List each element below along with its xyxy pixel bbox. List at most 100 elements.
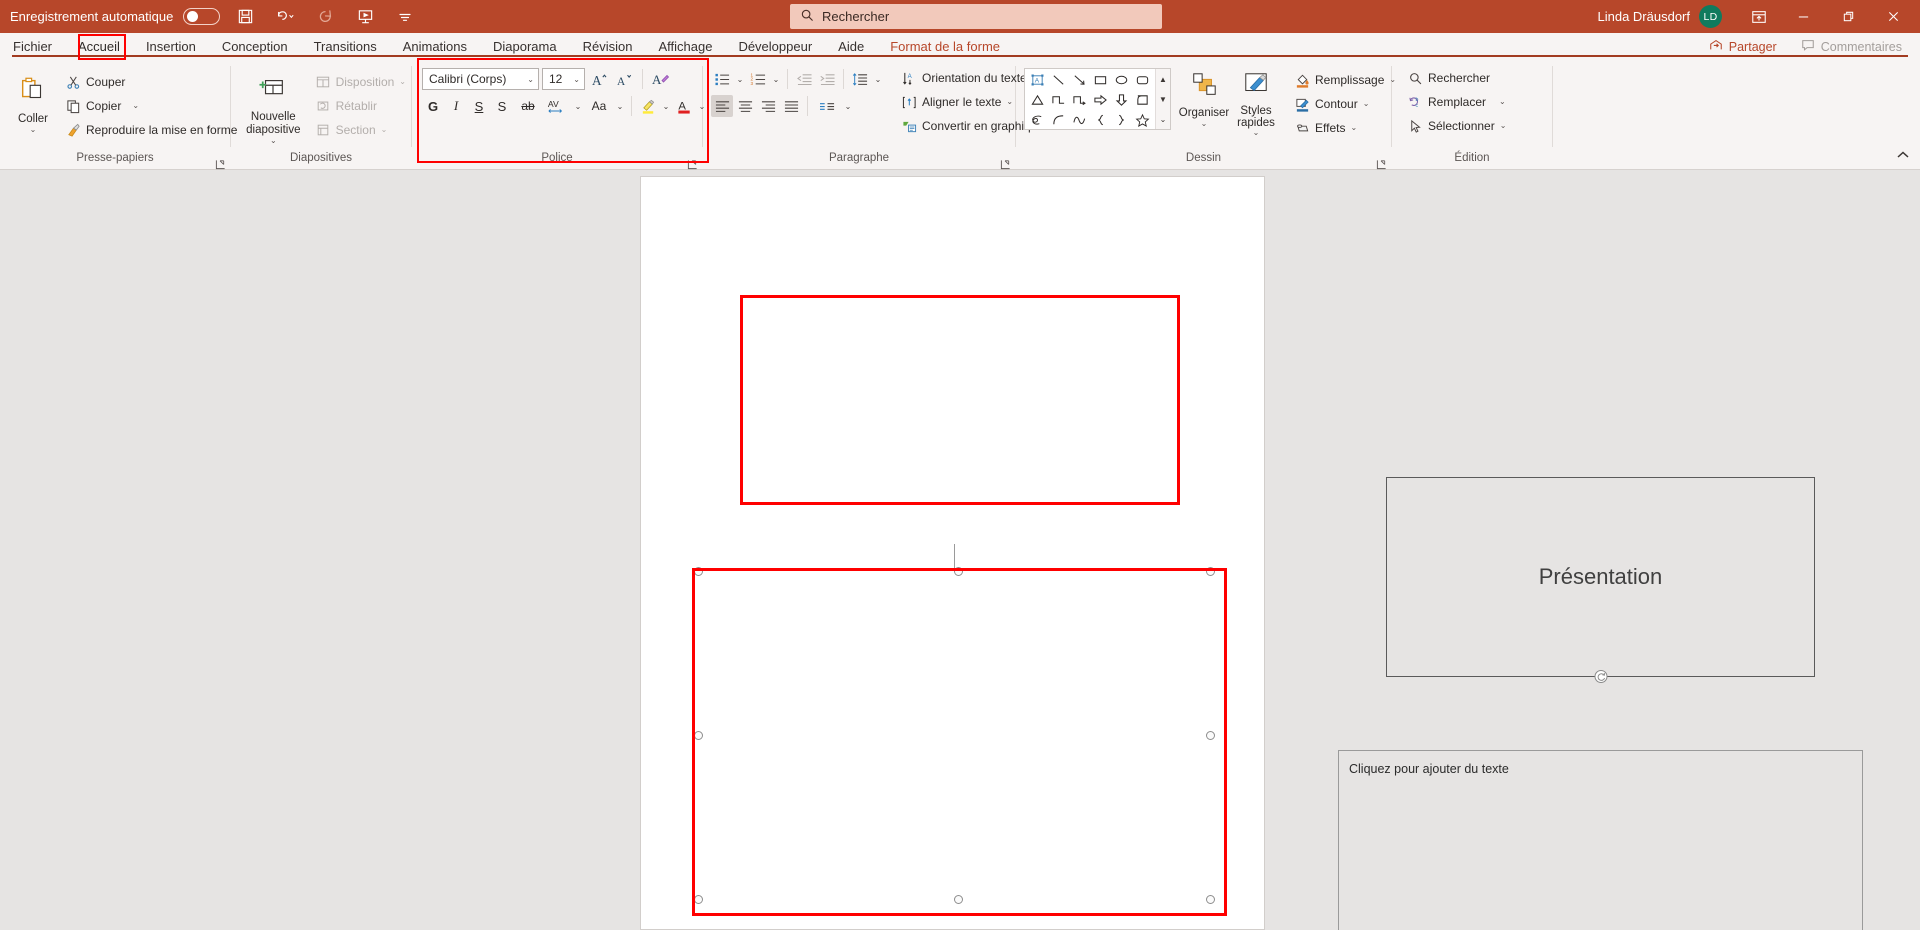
chevron-down-icon[interactable]: ⌄	[660, 95, 672, 117]
bold-button[interactable]: G	[422, 95, 444, 117]
shape-scribble-icon[interactable]	[1027, 110, 1048, 130]
chevron-down-icon[interactable]: ⌄	[842, 95, 854, 117]
shape-block-arrow-right-icon[interactable]	[1090, 90, 1111, 110]
shape-fill-button[interactable]: Remplissage ⌄	[1289, 70, 1401, 90]
clipboard-dialog-launcher-icon[interactable]	[215, 157, 226, 170]
clear-formatting-icon[interactable]: A	[650, 68, 672, 90]
font-dialog-launcher-icon[interactable]	[687, 157, 698, 170]
chevron-down-icon[interactable]: ⌄	[572, 95, 584, 117]
strikethrough-button[interactable]: ab	[514, 95, 542, 117]
chevron-down-icon[interactable]: ⌄	[1350, 124, 1357, 132]
body-placeholder[interactable]: Cliquez pour ajouter du texte	[1338, 750, 1863, 930]
columns-button[interactable]	[813, 95, 841, 117]
slide-canvas[interactable]: Présentation Cliquez pour ajouter du tex…	[640, 176, 1863, 930]
line-spacing-button[interactable]	[849, 68, 871, 90]
bullets-button[interactable]	[711, 68, 733, 90]
chevron-down-icon[interactable]: ⌄	[30, 126, 37, 134]
align-right-button[interactable]	[757, 95, 779, 117]
new-slide-button[interactable]: Nouvelle diapositive ⌄	[239, 72, 308, 145]
paste-button[interactable]: Coller ⌄	[10, 72, 56, 134]
shape-brace-left-icon[interactable]	[1090, 110, 1111, 130]
layout-button[interactable]: Disposition ⌄	[310, 72, 411, 92]
text-highlight-color-button[interactable]	[637, 95, 659, 117]
chevron-down-icon[interactable]: ⌄	[270, 137, 277, 145]
chevron-down-icon[interactable]: ⌄	[1363, 100, 1370, 108]
save-icon[interactable]	[230, 4, 260, 30]
shape-arrow-icon[interactable]	[1069, 70, 1090, 90]
selection-handle-bottom-left[interactable]	[694, 895, 703, 904]
decrease-indent-button[interactable]	[793, 68, 815, 90]
numbering-button[interactable]: 123	[747, 68, 769, 90]
ribbon-display-options-icon[interactable]	[1736, 0, 1781, 33]
more-shapes-icon[interactable]: ⌄	[1156, 109, 1170, 129]
search-input[interactable]: Rechercher	[790, 4, 1162, 29]
selection-handle-top-center[interactable]	[954, 567, 963, 576]
copy-button[interactable]: Copier ⌄	[60, 96, 242, 116]
reset-button[interactable]: Rétablir	[310, 96, 411, 116]
shape-brace-right-icon[interactable]	[1111, 110, 1132, 130]
selection-handle-middle-right[interactable]	[1206, 731, 1215, 740]
tab-accueil[interactable]: Accueil	[65, 33, 133, 60]
shape-rectangle-icon[interactable]	[1090, 70, 1111, 90]
align-left-button[interactable]	[711, 95, 733, 117]
chevron-down-icon[interactable]: ⌄	[1500, 122, 1507, 130]
undo-icon[interactable]	[270, 4, 300, 30]
shape-triangle-icon[interactable]	[1027, 90, 1048, 110]
select-button[interactable]: Sélectionner ⌄	[1402, 116, 1511, 136]
close-icon[interactable]	[1871, 0, 1916, 33]
minimize-icon[interactable]	[1781, 0, 1826, 33]
decrease-font-size-icon[interactable]: A	[613, 68, 635, 90]
start-slideshow-icon[interactable]	[350, 4, 380, 30]
chevron-down-icon[interactable]: ⌄	[734, 68, 746, 90]
shape-connector-step-icon[interactable]	[1069, 90, 1090, 110]
shape-star-icon[interactable]	[1132, 110, 1153, 130]
chevron-down-icon[interactable]: ▼	[1156, 89, 1170, 109]
rotate-handle[interactable]	[1594, 670, 1607, 683]
chevron-down-icon[interactable]: ⌄	[1253, 129, 1260, 137]
chevron-down-icon[interactable]: ⌄	[1201, 120, 1208, 128]
arrange-button[interactable]: Organiser ⌄	[1179, 68, 1229, 128]
chevron-down-icon[interactable]: ⌄	[1006, 98, 1013, 106]
quick-styles-button[interactable]: Styles rapides ⌄	[1233, 68, 1279, 137]
selection-handle-top-right[interactable]	[1206, 567, 1215, 576]
chevron-down-icon[interactable]: ⌄	[399, 78, 406, 86]
shape-connector-elbow-icon[interactable]	[1048, 90, 1069, 110]
chevron-down-icon[interactable]: ⌄	[1499, 98, 1506, 106]
text-shadow-button[interactable]: S	[491, 95, 513, 117]
shape-effects-button[interactable]: Effets ⌄	[1289, 118, 1401, 138]
shape-wave-icon[interactable]	[1069, 110, 1090, 130]
shape-flowchart-icon[interactable]	[1132, 90, 1153, 110]
font-size-combo[interactable]: 12 ⌄	[542, 68, 585, 90]
title-placeholder[interactable]: Présentation	[1386, 477, 1815, 683]
align-center-button[interactable]	[734, 95, 756, 117]
find-button[interactable]: Rechercher	[1402, 68, 1511, 88]
italic-button[interactable]: I	[445, 95, 467, 117]
drawing-dialog-launcher-icon[interactable]	[1376, 157, 1387, 170]
redo-icon[interactable]	[310, 4, 340, 30]
selection-handle-bottom-right[interactable]	[1206, 895, 1215, 904]
chevron-down-icon[interactable]: ⌄	[381, 126, 388, 134]
chevron-up-icon[interactable]: ▲	[1156, 69, 1170, 89]
shape-outline-button[interactable]: Contour ⌄	[1289, 94, 1401, 114]
change-case-button[interactable]: Aa	[585, 95, 613, 117]
shape-block-arrow-down-icon[interactable]	[1111, 90, 1132, 110]
cut-button[interactable]: Couper	[60, 72, 242, 92]
chevron-down-icon[interactable]: ⌄	[770, 68, 782, 90]
font-name-combo[interactable]: Calibri (Corps) ⌄	[422, 68, 539, 90]
replace-button[interactable]: bc Remplacer ⌄	[1402, 92, 1511, 112]
shape-line-icon[interactable]	[1048, 70, 1069, 90]
chevron-down-icon[interactable]: ⌄	[132, 102, 139, 110]
avatar[interactable]: LD	[1699, 5, 1722, 28]
shape-ellipse-icon[interactable]	[1111, 70, 1132, 90]
selection-handle-bottom-center[interactable]	[954, 895, 963, 904]
font-color-button[interactable]: A	[673, 95, 695, 117]
customize-quick-access-icon[interactable]	[390, 4, 420, 30]
format-painter-button[interactable]: Reproduire la mise en forme	[60, 120, 242, 140]
restore-icon[interactable]	[1826, 0, 1871, 33]
comments-button[interactable]: Commentaires	[1791, 35, 1912, 58]
selection-handle-middle-left[interactable]	[694, 731, 703, 740]
shapes-gallery[interactable]: A ▲ ▼ ⌄	[1024, 68, 1171, 130]
shape-curve-icon[interactable]	[1048, 110, 1069, 130]
collapse-ribbon-button[interactable]	[1896, 147, 1910, 165]
share-button[interactable]: Partager	[1699, 35, 1787, 58]
